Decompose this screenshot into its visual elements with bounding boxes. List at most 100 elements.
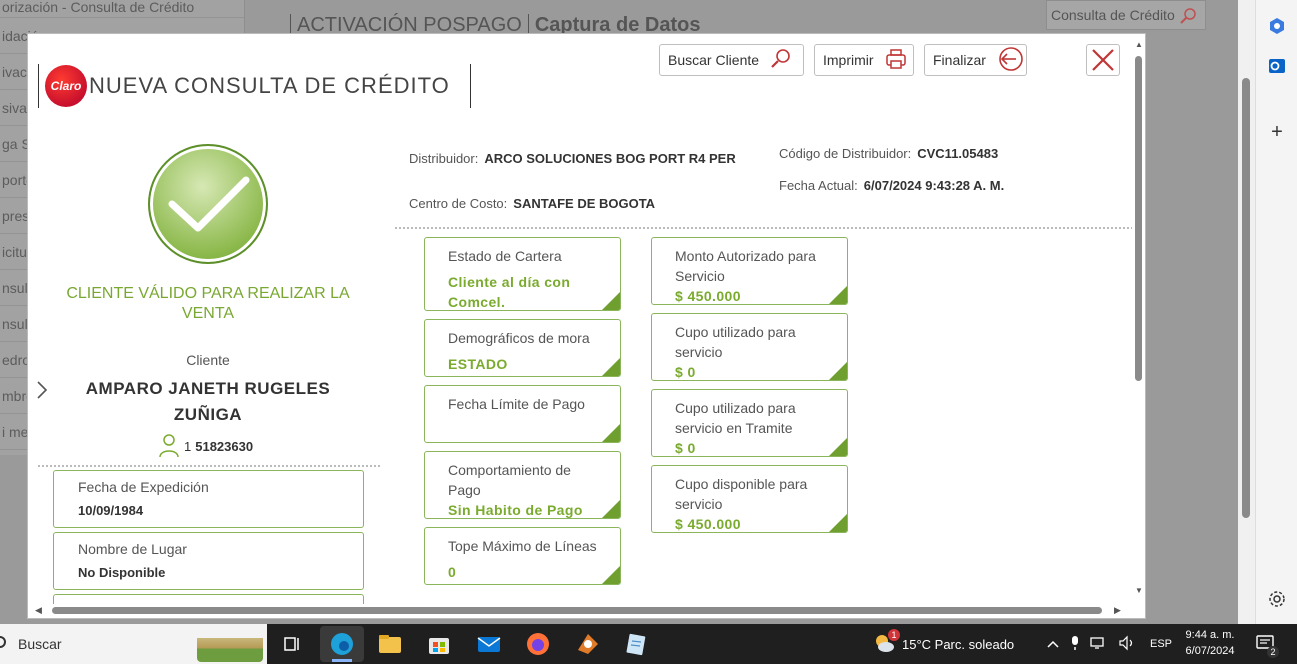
weather-icon: 1 <box>872 628 900 658</box>
modal-horizontal-scroll-thumb[interactable] <box>52 607 1102 614</box>
monto-autorizado-value: $ 450.000 <box>675 288 741 304</box>
imprimir-button[interactable]: Imprimir <box>814 44 914 76</box>
system-tray: ESP <box>1046 624 1172 664</box>
chevron-up-icon[interactable] <box>1046 637 1060 652</box>
scroll-down-arrow-icon[interactable]: ▼ <box>1135 586 1143 595</box>
fecha-actual-value: 6/07/2024 9:43:28 A. M. <box>863 178 1005 193</box>
taskbar-clock[interactable]: 9:44 a. m. 6/07/2024 <box>1180 627 1240 659</box>
mail-icon[interactable] <box>475 630 503 658</box>
magnifier-icon <box>769 48 791 73</box>
volume-icon[interactable] <box>1118 635 1136 654</box>
close-icon <box>1087 49 1119 78</box>
cupo-utilizado-label: Cupo utilizado para servicio <box>675 324 796 360</box>
cliente-document: 1 51823630 <box>158 432 253 461</box>
codigo-distribuidor-info: Código de Distribuidor: CVC11.05483 <box>779 146 998 161</box>
taskbar-search-label: Buscar <box>18 636 62 652</box>
search-highlight-image <box>197 628 263 662</box>
buscar-cliente-button[interactable]: Buscar Cliente <box>659 44 804 76</box>
scroll-right-arrow-icon[interactable]: ▶ <box>1114 605 1121 616</box>
edge-browser-icon[interactable] <box>320 626 364 662</box>
page-scrollbar[interactable] <box>1238 0 1255 624</box>
search-icon <box>0 636 6 648</box>
notification-count: 2 <box>1267 645 1279 658</box>
page-scrollbar-thumb[interactable] <box>1242 78 1250 518</box>
tope-maximo-lineas-card: Tope Máximo de Líneas 0 <box>424 527 621 585</box>
nombre-lugar-value: No Disponible <box>78 565 166 580</box>
estado-cartera-value: Cliente al día con Comcel. <box>448 274 571 310</box>
demograficos-mora-label: Demográficos de mora <box>448 330 590 346</box>
imprimir-label: Imprimir <box>823 52 874 68</box>
task-view-icon[interactable] <box>277 630 305 658</box>
firefox-icon[interactable] <box>524 630 552 658</box>
cliente-label: Cliente <box>186 352 230 368</box>
cupo-disponible-value: $ 450.000 <box>675 516 741 532</box>
codigo-distribuidor-value: CVC11.05483 <box>917 146 999 161</box>
comportamiento-pago-value: Sin Habito de Pago <box>448 502 583 518</box>
weather-badge: 1 <box>888 628 900 641</box>
app-icon[interactable] <box>574 630 602 658</box>
cupo-tramite-label: Cupo utilizado para servicio en Tramite <box>675 400 796 436</box>
comportamiento-pago-card: Comportamiento de Pago Sin Habito de Pag… <box>424 451 621 519</box>
close-button[interactable] <box>1086 44 1120 76</box>
printer-icon <box>884 47 908 74</box>
fecha-expedicion-box: Fecha de Expedición 10/09/1984 <box>53 470 364 528</box>
cliente-name: AMPARO JANETH RUGELES ZUÑIGA <box>85 379 331 424</box>
section-divider <box>38 465 380 467</box>
cupo-utilizado-value: $ 0 <box>675 364 696 380</box>
weather-widget[interactable]: 1 15°C Parc. soleado <box>872 624 1014 664</box>
centro-costo-label: Centro de Costo: <box>409 196 508 211</box>
buscar-cliente-label: Buscar Cliente <box>668 52 760 68</box>
notes-app-icon[interactable] <box>622 630 650 658</box>
scroll-up-arrow-icon[interactable]: ▲ <box>1135 40 1143 49</box>
add-icon[interactable]: + <box>1265 120 1289 144</box>
modal-header: Claro NUEVA CONSULTA DE CRÉDITO <box>38 64 450 108</box>
background-sidebar-item[interactable]: orización - Consulta de Crédito <box>0 0 244 18</box>
distribuidor-label: Distribuidor: <box>409 151 479 166</box>
tope-maximo-lineas-value: 0 <box>448 564 457 580</box>
modal-title: NUEVA CONSULTA DE CRÉDITO <box>89 73 450 98</box>
exit-icon <box>996 45 1024 76</box>
document-type: 1 <box>184 439 192 454</box>
fecha-limite-pago-card: Fecha Límite de Pago <box>424 385 621 443</box>
copilot-icon[interactable] <box>1265 16 1289 40</box>
clock-time: 9:44 a. m. <box>1185 629 1235 641</box>
fecha-actual-label: Fecha Actual: <box>779 178 858 193</box>
nombre-lugar-label: Nombre de Lugar <box>78 541 187 557</box>
modal-vertical-scroll-thumb[interactable] <box>1135 56 1142 381</box>
finalizar-button[interactable]: Finalizar <box>924 44 1027 76</box>
user-icon <box>158 432 180 461</box>
distribuidor-info: Distribuidor: ARCO SOLUCIONES BOG PORT R4… <box>409 146 749 172</box>
taskbar-search[interactable]: Buscar <box>0 624 267 664</box>
background-consulta-button[interactable]: Consulta de Crédito <box>1046 0 1206 30</box>
cupo-disponible-card: Cupo disponible para servicio $ 450.000 <box>651 465 848 533</box>
fecha-expedicion-value: 10/09/1984 <box>78 503 144 518</box>
claro-logo-text: Claro <box>50 79 82 93</box>
file-explorer-icon[interactable] <box>376 630 404 658</box>
microphone-icon[interactable] <box>1070 635 1080 654</box>
finalizar-label: Finalizar <box>933 52 986 68</box>
credit-check-modal: Claro NUEVA CONSULTA DE CRÉDITO Buscar C… <box>27 33 1146 619</box>
nombre-lugar-box: Nombre de Lugar No Disponible <box>53 532 364 590</box>
claro-logo: Claro <box>45 65 87 107</box>
scroll-left-arrow-icon[interactable]: ◀ <box>35 605 42 616</box>
demograficos-mora-card: Demográficos de mora ESTADO <box>424 319 621 377</box>
chevron-right-icon[interactable] <box>36 380 48 406</box>
modal-vertical-scrollbar[interactable]: ▲ ▼ <box>1132 34 1145 604</box>
demograficos-mora-value: ESTADO <box>448 356 508 372</box>
document-number: 51823630 <box>195 439 254 454</box>
outlook-icon[interactable] <box>1265 56 1289 80</box>
modal-horizontal-scrollbar[interactable]: ◀ ▶ <box>28 604 1132 618</box>
centro-costo-info: Centro de Costo: SANTAFE DE BOGOTA <box>409 196 655 211</box>
codigo-distribuidor-label: Código de Distribuidor: <box>779 146 912 161</box>
background-consulta-label: Consulta de Crédito <box>1051 7 1175 23</box>
centro-costo-value: SANTAFE DE BOGOTA <box>513 196 656 211</box>
network-icon[interactable] <box>1090 635 1108 654</box>
settings-icon[interactable] <box>1265 590 1289 614</box>
microsoft-store-icon[interactable] <box>425 630 453 658</box>
comportamiento-pago-label: Comportamiento de Pago <box>448 462 571 498</box>
cupo-utilizado-card: Cupo utilizado para servicio $ 0 <box>651 313 848 381</box>
notifications-button[interactable]: 2 <box>1255 624 1279 664</box>
notification-icon: 2 <box>1255 633 1279 658</box>
fecha-actual-info: Fecha Actual: 6/07/2024 9:43:28 A. M. <box>779 178 1004 193</box>
language-indicator[interactable]: ESP <box>1150 638 1172 650</box>
